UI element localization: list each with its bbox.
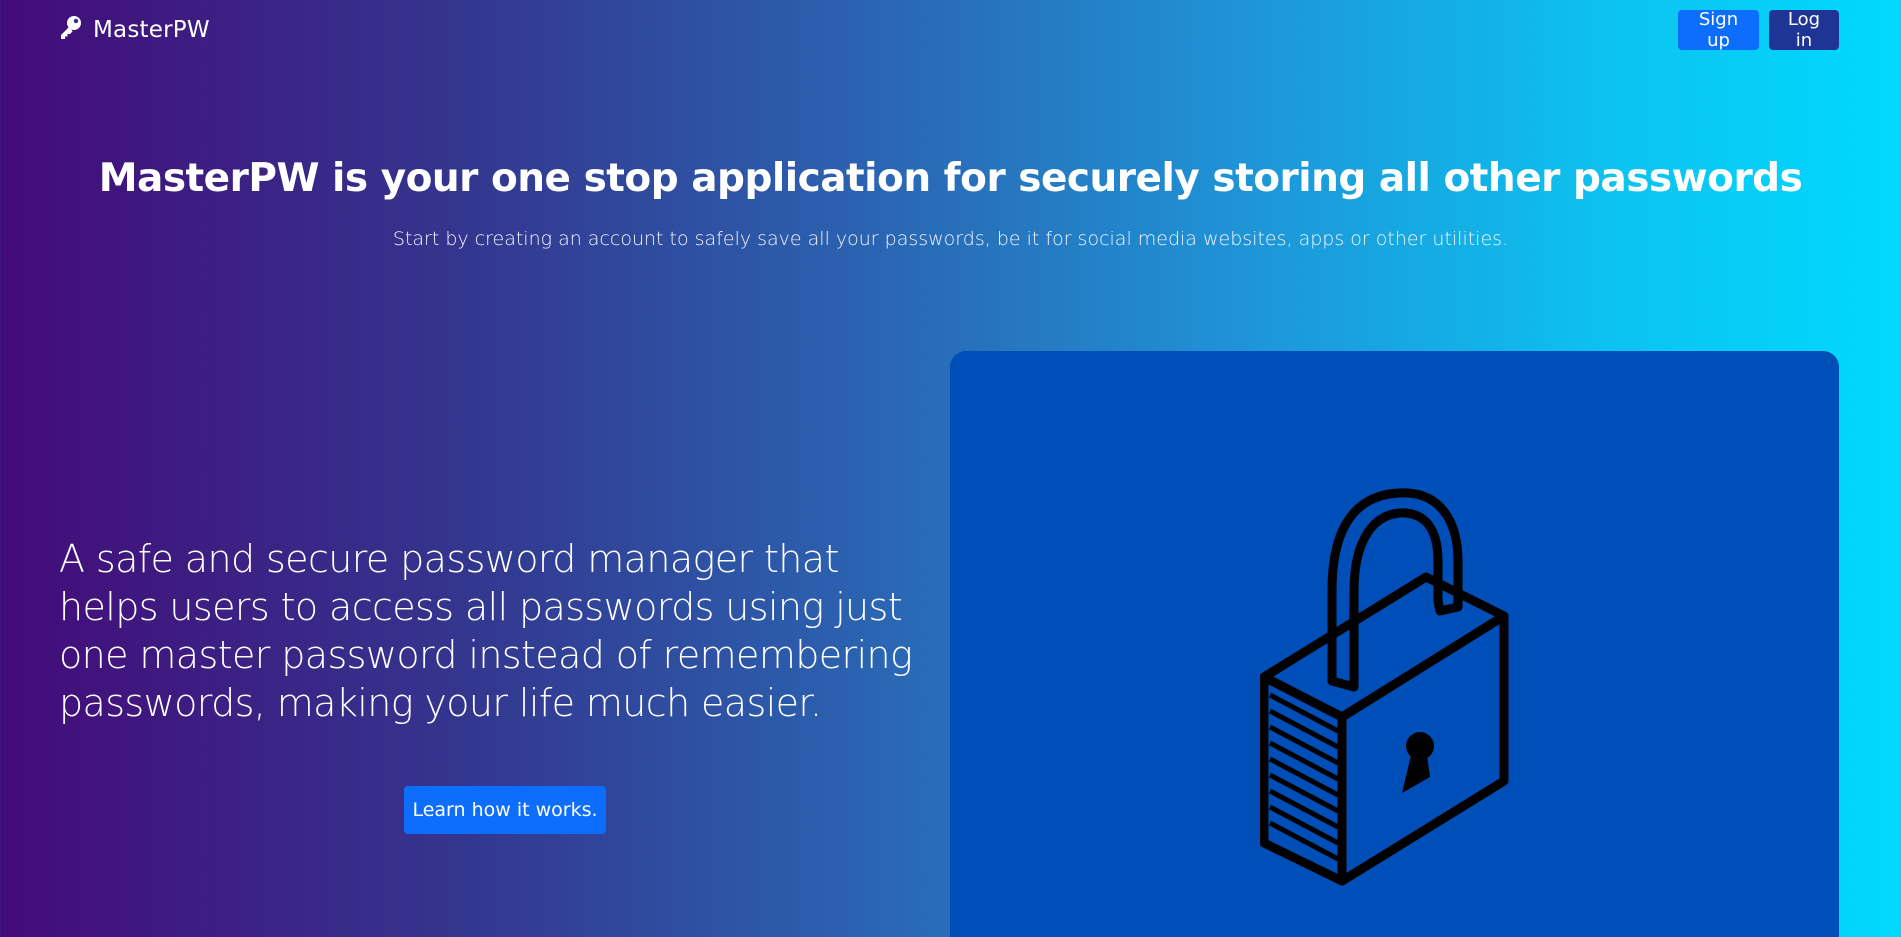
login-button[interactable]: Log in bbox=[1769, 9, 1839, 51]
key-icon bbox=[59, 15, 83, 45]
navbar: MasterPW Sign up Log in bbox=[0, 0, 1901, 60]
hero-title: MasterPW is your one stop application fo… bbox=[98, 156, 1803, 201]
brand-name: MasterPW bbox=[93, 17, 210, 43]
padlock-icon bbox=[1260, 488, 1509, 886]
hero-subtitle: Start by creating an account to safely s… bbox=[392, 228, 1509, 250]
signup-button[interactable]: Sign up bbox=[1678, 9, 1759, 51]
learn-how-button[interactable]: Learn how it works. bbox=[404, 786, 606, 834]
feature-image-panel bbox=[950, 351, 1839, 937]
brand-link[interactable]: MasterPW bbox=[59, 14, 210, 46]
feature-description: A safe and secure password manager that … bbox=[59, 537, 913, 725]
